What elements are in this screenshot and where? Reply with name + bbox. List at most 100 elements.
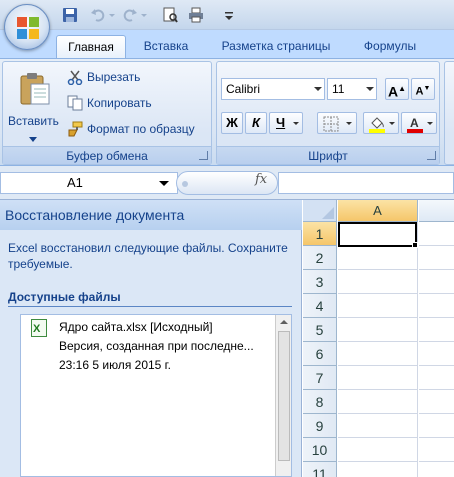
available-files-heading: Доступные файлы (8, 290, 121, 304)
bold-button[interactable]: Ж (221, 112, 243, 134)
cell-a5[interactable] (338, 318, 418, 342)
cell-a8[interactable] (338, 390, 418, 414)
office-logo-icon (17, 17, 39, 39)
clipboard-dialog-launcher-icon[interactable] (199, 151, 208, 160)
font-name-dropdown-icon[interactable] (314, 87, 322, 91)
excel-file-icon: X (31, 319, 47, 337)
row-header-11[interactable]: 11 (303, 462, 337, 477)
column-header-b[interactable] (419, 200, 454, 222)
tab-insert[interactable]: Вставка (134, 35, 198, 58)
italic-button[interactable]: К (245, 112, 267, 134)
font-color-dropdown-icon[interactable] (427, 122, 433, 125)
cell-b6[interactable] (419, 342, 454, 366)
ribbon: Вставить Вырезать Копировать Формат по о… (0, 58, 454, 166)
cell-a9[interactable] (338, 414, 418, 438)
cell-a11[interactable] (338, 462, 418, 477)
row-header-9[interactable]: 9 (303, 414, 337, 438)
row-header-3[interactable]: 3 (303, 270, 337, 294)
cell-b2[interactable] (419, 246, 454, 270)
fill-color-button[interactable] (363, 112, 399, 134)
row-header-7[interactable]: 7 (303, 366, 337, 390)
copy-button[interactable]: Копировать (87, 96, 152, 110)
grow-font-icon: A (387, 83, 399, 100)
cell-a6[interactable] (338, 342, 418, 366)
row-header-6[interactable]: 6 (303, 342, 337, 366)
tab-formulas[interactable]: Формулы (352, 35, 428, 58)
ribbon-tab-row: Главная Вставка Разметка страницы Формул… (0, 30, 454, 58)
font-color-icon: A (407, 116, 423, 133)
select-all-button[interactable] (303, 200, 337, 222)
formula-input[interactable] (278, 172, 454, 194)
customize-toolbar-icon[interactable] (224, 7, 234, 23)
paste-button[interactable]: Вставить (8, 114, 59, 128)
paste-icon[interactable] (19, 72, 51, 106)
font-name-combo[interactable]: Calibri (221, 78, 325, 100)
cell-b3[interactable] (419, 270, 454, 294)
undo-dropdown-icon[interactable] (108, 7, 116, 23)
cell-b11[interactable] (419, 462, 454, 477)
cell-a3[interactable] (338, 270, 418, 294)
format-painter-icon[interactable] (67, 121, 83, 137)
tab-page-layout[interactable]: Разметка страницы (210, 35, 342, 58)
scrollbar-thumb[interactable] (278, 331, 290, 461)
office-button[interactable] (4, 4, 50, 50)
paste-dropdown-icon[interactable] (29, 132, 37, 142)
font-group: Calibri 11 A▲ A▼ Ж К Ч A Шрифт (216, 61, 440, 165)
cell-b10[interactable] (419, 438, 454, 462)
recovery-pane-title: Восстановление документа (0, 200, 302, 230)
borders-button[interactable] (317, 112, 357, 134)
file-list-scrollbar[interactable] (275, 315, 291, 476)
font-dialog-launcher-icon[interactable] (427, 151, 436, 160)
font-color-button[interactable]: A (401, 112, 437, 134)
row-header-2[interactable]: 2 (303, 246, 337, 270)
cell-a2[interactable] (338, 246, 418, 270)
cell-b8[interactable] (419, 390, 454, 414)
shrink-font-icon: A (415, 85, 424, 98)
cell-b9[interactable] (419, 414, 454, 438)
underline-dropdown-icon[interactable] (293, 122, 299, 125)
column-header-a[interactable]: A (338, 200, 418, 222)
document-recovery-pane: Восстановление документа Excel восстанов… (0, 200, 302, 477)
scroll-up-icon[interactable] (280, 320, 288, 324)
cell-a10[interactable] (338, 438, 418, 462)
insert-function-icon[interactable]: fx (255, 172, 267, 187)
cell-a7[interactable] (338, 366, 418, 390)
undo-icon[interactable] (90, 7, 106, 23)
save-icon[interactable] (62, 7, 78, 23)
cut-icon[interactable] (67, 69, 83, 86)
redo-dropdown-icon[interactable] (140, 7, 148, 23)
format-painter-button[interactable]: Формат по образцу (87, 122, 195, 136)
row-header-1[interactable]: 1 (303, 222, 337, 246)
redo-icon[interactable] (122, 7, 138, 23)
name-box[interactable]: A1 (0, 172, 178, 194)
cell-b4[interactable] (419, 294, 454, 318)
underline-button[interactable]: Ч (269, 112, 303, 134)
tab-home[interactable]: Главная (56, 35, 126, 58)
name-box-dropdown-icon[interactable] (159, 181, 169, 186)
font-size-combo[interactable]: 11 (327, 78, 377, 100)
print-preview-icon[interactable] (162, 7, 178, 23)
fill-handle[interactable] (412, 242, 418, 248)
row-header-4[interactable]: 4 (303, 294, 337, 318)
row-header-10[interactable]: 10 (303, 438, 337, 462)
row-header-8[interactable]: 8 (303, 390, 337, 414)
borders-dropdown-icon[interactable] (346, 122, 352, 125)
recovery-message: Excel восстановил следующие файлы. Сохра… (8, 241, 288, 271)
fill-color-dropdown-icon[interactable] (389, 122, 395, 125)
font-size-dropdown-icon[interactable] (366, 87, 374, 91)
recovered-files-list: X Ядро сайта.xlsx [Исходный] Версия, соз… (20, 314, 292, 477)
cell-b5[interactable] (419, 318, 454, 342)
cell-a4[interactable] (338, 294, 418, 318)
cell-b1[interactable] (419, 222, 454, 246)
print-icon[interactable] (188, 7, 204, 23)
grow-font-button[interactable]: A▲ (385, 78, 409, 100)
clipboard-group-label: Буфер обмена (3, 146, 211, 164)
active-cell-a1[interactable] (338, 222, 417, 247)
borders-icon (323, 116, 339, 132)
cut-button[interactable]: Вырезать (87, 70, 140, 84)
cell-b7[interactable] (419, 366, 454, 390)
copy-icon[interactable] (67, 95, 83, 111)
shrink-font-button[interactable]: A▼ (411, 78, 435, 100)
recovered-file-item[interactable]: X Ядро сайта.xlsx [Исходный] Версия, соз… (21, 315, 275, 375)
row-header-5[interactable]: 5 (303, 318, 337, 342)
